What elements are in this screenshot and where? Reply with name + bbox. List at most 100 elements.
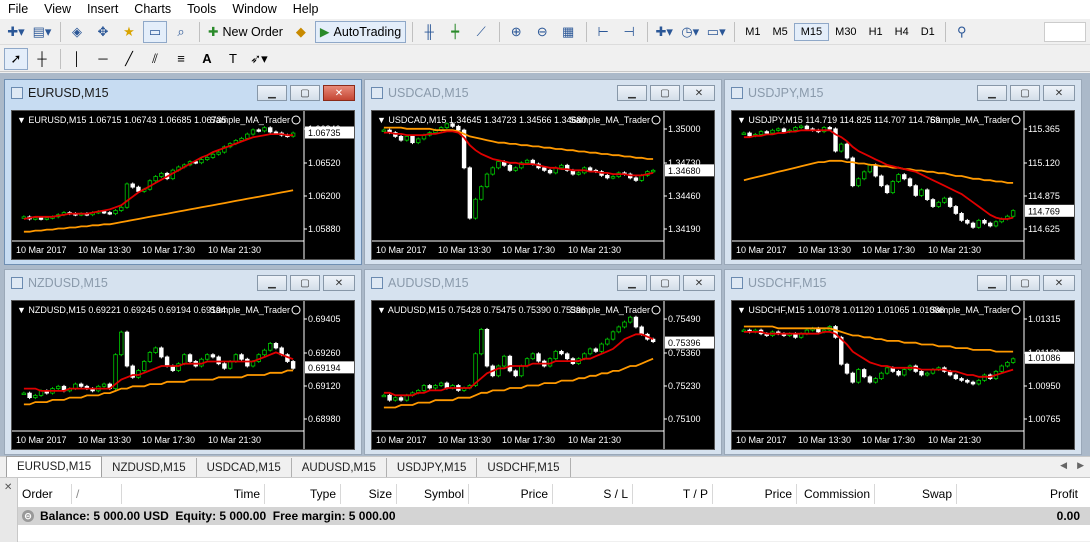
tab-nzdusd[interactable]: NZDUSD,M15 <box>102 458 197 477</box>
tab-eurusd[interactable]: EURUSD,M15 <box>6 456 103 477</box>
tab-scroll-left-icon[interactable]: ◀ <box>1060 460 1067 471</box>
minimize-button[interactable]: ▁ <box>977 275 1007 291</box>
tab-usdcad[interactable]: USDCAD,M15 <box>197 458 292 477</box>
price-chart[interactable]: ▼ AUDUSD,M15 0.75428 0.75475 0.75390 0.7… <box>371 300 715 450</box>
strategy-tester-icon[interactable]: ⌕ <box>169 21 193 43</box>
col-symbol[interactable]: Symbol <box>397 484 469 504</box>
tab-usdchf[interactable]: USDCHF,M15 <box>477 458 571 477</box>
price-chart[interactable]: ▼ USDCAD,M15 1.34645 1.34723 1.34566 1.3… <box>371 110 715 260</box>
col-order[interactable]: Order <box>18 484 72 504</box>
bar-chart-icon[interactable]: ╫ <box>417 21 441 43</box>
autotrading-button[interactable]: ▶ AutoTrading <box>314 20 407 43</box>
col-sl[interactable]: S / L <box>553 484 633 504</box>
chart-window-audusd[interactable]: AUDUSD,M15 ▁ ▢ ✕ ▼ AUDUSD,M15 0.75428 0.… <box>364 269 722 455</box>
maximize-button[interactable]: ▢ <box>1010 275 1040 291</box>
minimize-button[interactable]: ▁ <box>617 85 647 101</box>
trendline-icon[interactable]: ╱ <box>117 48 141 70</box>
minimize-button[interactable]: ▁ <box>257 275 287 291</box>
profiles-icon[interactable]: ▤▾ <box>30 21 54 43</box>
new-order-label: New Order <box>222 24 283 39</box>
text-icon[interactable]: A <box>195 48 219 70</box>
vertical-line-icon[interactable]: │ <box>65 48 89 70</box>
timeframe-m15[interactable]: M15 <box>793 22 830 41</box>
minimize-button[interactable]: ▁ <box>977 85 1007 101</box>
close-button[interactable]: ✕ <box>323 275 355 291</box>
close-button[interactable]: ✕ <box>1043 275 1075 291</box>
timeframe-h4[interactable]: H4 <box>889 23 915 41</box>
timeframe-m1[interactable]: M1 <box>739 23 766 41</box>
cursor-icon[interactable]: ➚ <box>4 47 28 70</box>
new-chart-icon[interactable]: ✚▾ <box>4 21 28 43</box>
minimize-button[interactable]: ▁ <box>257 85 287 101</box>
timeframe-m5[interactable]: M5 <box>766 23 793 41</box>
zoom-in-icon[interactable]: ⊕ <box>504 21 528 43</box>
chart-window-nzdusd[interactable]: NZDUSD,M15 ▁ ▢ ✕ ▼ NZDUSD,M15 0.69221 0.… <box>4 269 362 455</box>
price-chart[interactable]: ▼ EURUSD,M15 1.06715 1.06743 1.06685 1.0… <box>11 110 355 260</box>
periods-clock-icon[interactable]: ◷▾ <box>678 21 702 43</box>
close-button[interactable]: ✕ <box>683 275 715 291</box>
crosshair-icon[interactable]: ┼ <box>30 48 54 70</box>
tab-usdjpy[interactable]: USDJPY,M15 <box>387 458 478 477</box>
close-icon[interactable]: ✕ <box>4 482 12 493</box>
menu-view[interactable]: View <box>36 0 79 19</box>
chart-window-usdcad[interactable]: USDCAD,M15 ▁ ▢ ✕ ▼ USDCAD,M15 1.34645 1.… <box>364 79 722 265</box>
search-input[interactable] <box>1044 22 1086 42</box>
tab-audusd[interactable]: AUDUSD,M15 <box>292 458 387 477</box>
tile-windows-icon[interactable]: ▦ <box>556 21 580 43</box>
chart-window-eurusd[interactable]: EURUSD,M15 ▁ ▢ ✕ ▼ EURUSD,M15 1.06715 1.… <box>4 79 362 265</box>
price-chart[interactable]: ▼ USDCHF,M15 1.01078 1.01120 1.01065 1.0… <box>731 300 1075 450</box>
col-tp[interactable]: T / P <box>633 484 713 504</box>
timeframe-m30[interactable]: M30 <box>829 23 862 41</box>
templates-icon[interactable]: ▭▾ <box>704 21 728 43</box>
chart-window-usdchf[interactable]: USDCHF,M15 ▁ ▢ ✕ ▼ USDCHF,M15 1.01078 1.… <box>724 269 1082 455</box>
arrows-icon[interactable]: ➶▾ <box>247 48 271 70</box>
price-chart[interactable]: ▼ NZDUSD,M15 0.69221 0.69245 0.69194 0.6… <box>11 300 355 450</box>
close-button[interactable]: ✕ <box>683 85 715 101</box>
col-swap[interactable]: Swap <box>875 484 957 504</box>
maximize-button[interactable]: ▢ <box>1010 85 1040 101</box>
chart-window-usdjpy[interactable]: USDJPY,M15 ▁ ▢ ✕ ▼ USDJPY,M15 114.719 11… <box>724 79 1082 265</box>
terminal-window-icon[interactable]: ▭ <box>143 20 167 43</box>
line-chart-icon[interactable]: ⟋ <box>469 21 493 43</box>
maximize-button[interactable]: ▢ <box>290 85 320 101</box>
horizontal-line-icon[interactable]: ─ <box>91 48 115 70</box>
navigator-icon[interactable]: ✥ <box>91 21 115 43</box>
fibonacci-icon[interactable]: ≡ <box>169 48 193 70</box>
chart-shift-icon[interactable]: ⊢ <box>591 21 615 43</box>
minimize-button[interactable]: ▁ <box>617 275 647 291</box>
market-watch-icon[interactable]: ◈ <box>65 21 89 43</box>
price-chart[interactable]: ▼ USDJPY,M15 114.719 114.825 114.707 114… <box>731 110 1075 260</box>
col-type[interactable]: Type <box>265 484 341 504</box>
menu-insert[interactable]: Insert <box>79 0 126 19</box>
favorites-star-icon[interactable]: ★ <box>117 21 141 43</box>
maximize-button[interactable]: ▢ <box>650 275 680 291</box>
search-icon[interactable]: ⚲ <box>950 21 974 43</box>
autoscroll-icon[interactable]: ⊣ <box>617 21 641 43</box>
menu-tools[interactable]: Tools <box>179 0 224 19</box>
time-tick-label: 10 Mar 2017 <box>376 245 427 255</box>
col-current-price[interactable]: Price <box>713 484 797 504</box>
col-size[interactable]: Size <box>341 484 397 504</box>
new-order-button[interactable]: ✚ New Order <box>204 21 287 43</box>
equidistant-channel-icon[interactable]: ⫽ <box>143 48 167 70</box>
maximize-button[interactable]: ▢ <box>650 85 680 101</box>
col-price[interactable]: Price <box>469 484 553 504</box>
maximize-button[interactable]: ▢ <box>290 275 320 291</box>
menu-window[interactable]: Window <box>224 0 284 19</box>
timeframe-h1[interactable]: H1 <box>863 23 889 41</box>
candlestick-icon[interactable]: ┿ <box>443 21 467 43</box>
zoom-out-icon[interactable]: ⊖ <box>530 21 554 43</box>
col-commission[interactable]: Commission <box>797 484 875 504</box>
tab-scroll-right-icon[interactable]: ▶ <box>1077 460 1084 471</box>
col-profit[interactable]: Profit <box>957 484 1082 504</box>
close-button[interactable]: ✕ <box>323 85 355 101</box>
close-button[interactable]: ✕ <box>1043 85 1075 101</box>
menu-help[interactable]: Help <box>285 0 327 19</box>
indicators-icon[interactable]: ✚▾ <box>652 21 676 43</box>
menu-file[interactable]: File <box>0 0 36 19</box>
metaeditor-icon[interactable]: ◆ <box>289 21 313 43</box>
timeframe-d1[interactable]: D1 <box>915 23 941 41</box>
menu-charts[interactable]: Charts <box>126 0 179 19</box>
col-time[interactable]: Time <box>122 484 265 504</box>
text-label-icon[interactable]: T <box>221 48 245 70</box>
